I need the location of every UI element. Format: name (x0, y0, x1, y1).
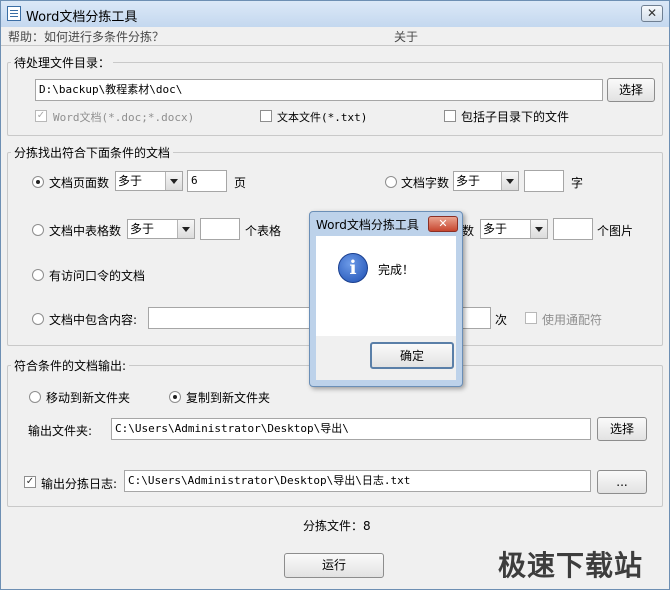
word-doc-checkbox: ✓ (35, 110, 47, 122)
dialog-message: 完成！ (378, 263, 415, 277)
app-document-icon (7, 6, 21, 21)
word-doc-label: Word文档(*.doc;*.docx) (53, 111, 195, 124)
table-count-radio[interactable] (32, 224, 44, 236)
image-count-op-value: 多于 (483, 222, 508, 236)
contains-label: 文档中包含内容: (49, 313, 138, 327)
table-count-op-value: 多于 (130, 222, 155, 236)
wildcard-checkbox (525, 312, 537, 324)
page-count-op-value: 多于 (118, 174, 143, 188)
dialog-footer: 确定 (316, 336, 456, 380)
wildcard-label: 使用通配符 (542, 313, 603, 327)
word-count-label: 文档字数 (401, 176, 450, 190)
menu-about[interactable]: 关于 (394, 28, 418, 45)
window-close-button[interactable]: ✕ (641, 5, 663, 22)
chevron-down-icon (165, 172, 182, 190)
output-folder-label: 输出文件夹: (28, 424, 93, 438)
page-count-op-select[interactable]: 多于 (115, 171, 183, 191)
word-count-radio[interactable] (385, 176, 397, 188)
menu-separator (1, 45, 669, 46)
move-label: 移动到新文件夹 (46, 391, 131, 405)
dialog-ok-button[interactable]: 确定 (370, 342, 454, 369)
txt-file-checkbox[interactable] (260, 110, 272, 122)
title-bar: Word文档分拣工具 ✕ (1, 1, 669, 27)
completion-dialog: Word文档分拣工具 ✕ i 完成！ 确定 (309, 211, 463, 387)
copy-label: 复制到新文件夹 (186, 391, 271, 405)
close-icon: ✕ (646, 6, 658, 20)
window-title: Word文档分拣工具 (26, 10, 138, 25)
sorted-files-status: 分拣文件：8 (303, 519, 371, 533)
menu-help[interactable]: 帮助：如何进行多条件分拣？ (8, 28, 164, 45)
page-count-input[interactable]: 6 (187, 170, 227, 192)
word-count-unit: 字 (571, 176, 584, 190)
dialog-title: Word文档分拣工具 (316, 218, 419, 232)
txt-file-label: 文本文件(*.txt) (277, 111, 368, 124)
password-label: 有访问口令的文档 (49, 269, 146, 283)
chevron-down-icon (501, 172, 518, 190)
run-button[interactable]: 运行 (284, 553, 384, 578)
source-dir-input[interactable]: D:\backup\教程素材\doc\ (35, 79, 603, 101)
info-icon: i (338, 253, 368, 283)
word-count-op-select[interactable]: 多于 (453, 171, 519, 191)
copy-radio[interactable] (169, 391, 181, 403)
pending-dir-legend: 待处理文件目录： (14, 56, 111, 70)
conditions-legend: 分拣找出符合下面条件的文档 (14, 146, 171, 160)
table-count-op-select[interactable]: 多于 (127, 219, 195, 239)
contains-unit: 次 (495, 313, 508, 327)
dialog-close-button[interactable]: ✕ (428, 216, 458, 232)
menu-bar: 帮助：如何进行多条件分拣？ 关于 (1, 27, 669, 45)
chevron-down-icon (530, 220, 547, 238)
output-legend: 符合条件的文档输出: (14, 359, 127, 373)
page-count-radio[interactable] (32, 176, 44, 188)
password-radio[interactable] (32, 269, 44, 281)
log-label: 输出分拣日志: (41, 477, 118, 491)
include-subdirs-checkbox[interactable] (444, 110, 456, 122)
image-count-op-select[interactable]: 多于 (480, 219, 548, 239)
source-dir-select-button[interactable]: 选择 (607, 78, 655, 102)
word-count-op-value: 多于 (456, 174, 481, 188)
contains-radio[interactable] (32, 313, 44, 325)
move-radio[interactable] (29, 391, 41, 403)
output-folder-input[interactable]: C:\Users\Administrator\Desktop\导出\ (111, 418, 591, 440)
table-count-unit: 个表格 (245, 224, 282, 238)
image-count-input[interactable] (553, 218, 593, 240)
image-count-unit: 个图片 (597, 224, 634, 238)
log-checkbox[interactable]: ✓ (24, 476, 36, 488)
log-browse-button[interactable]: ... (597, 470, 647, 494)
page-count-unit: 页 (234, 176, 247, 190)
dialog-body: i 完成！ (316, 236, 456, 336)
chevron-down-icon (177, 220, 194, 238)
output-folder-select-button[interactable]: 选择 (597, 417, 647, 441)
log-file-input[interactable]: C:\Users\Administrator\Desktop\导出\日志.txt (124, 470, 591, 492)
table-count-label: 文档中表格数 (49, 224, 122, 238)
image-count-label-tail: 数 (462, 224, 475, 238)
site-watermark: 极速下载站 (498, 549, 644, 582)
page-count-label: 文档页面数 (49, 176, 110, 190)
close-icon: ✕ (438, 217, 448, 230)
word-count-input[interactable] (524, 170, 564, 192)
table-count-input[interactable] (200, 218, 240, 240)
include-subdirs-label: 包括子目录下的文件 (461, 110, 570, 124)
